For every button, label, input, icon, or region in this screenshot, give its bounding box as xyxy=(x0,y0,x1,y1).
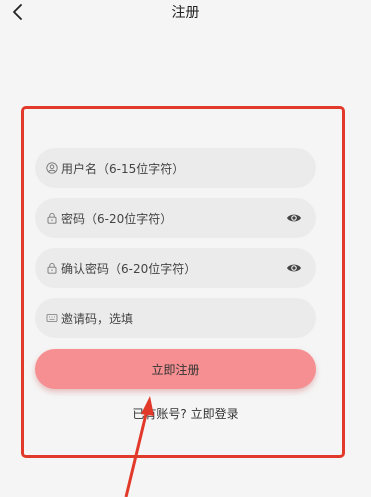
lock-icon xyxy=(45,211,59,225)
page-title: 注册 xyxy=(171,5,200,21)
lock-icon xyxy=(45,261,59,275)
user-circle-icon xyxy=(45,161,59,175)
username-placeholder: 用户名（6-15位字符） xyxy=(61,161,185,176)
password-placeholder: 密码（6-20位字符） xyxy=(61,211,173,226)
confirm-password-input[interactable]: 确认密码（6-20位字符） xyxy=(35,248,316,288)
invite-code-input[interactable]: 邀请码，选填 xyxy=(35,298,316,338)
abc-keyboard-icon xyxy=(45,311,59,325)
register-button[interactable]: 立即注册 xyxy=(35,349,316,389)
username-input[interactable]: 用户名（6-15位字符） xyxy=(35,148,316,188)
eye-icon[interactable] xyxy=(286,260,302,276)
password-input[interactable]: 密码（6-20位字符） xyxy=(35,198,316,238)
confirm-password-placeholder: 确认密码（6-20位字符） xyxy=(61,261,197,276)
header-bar: 注册 xyxy=(0,0,371,40)
login-link[interactable]: 已有账号? 立即登录 xyxy=(0,405,371,422)
eye-icon[interactable] xyxy=(286,210,302,226)
invite-code-placeholder: 邀请码，选填 xyxy=(61,311,134,326)
